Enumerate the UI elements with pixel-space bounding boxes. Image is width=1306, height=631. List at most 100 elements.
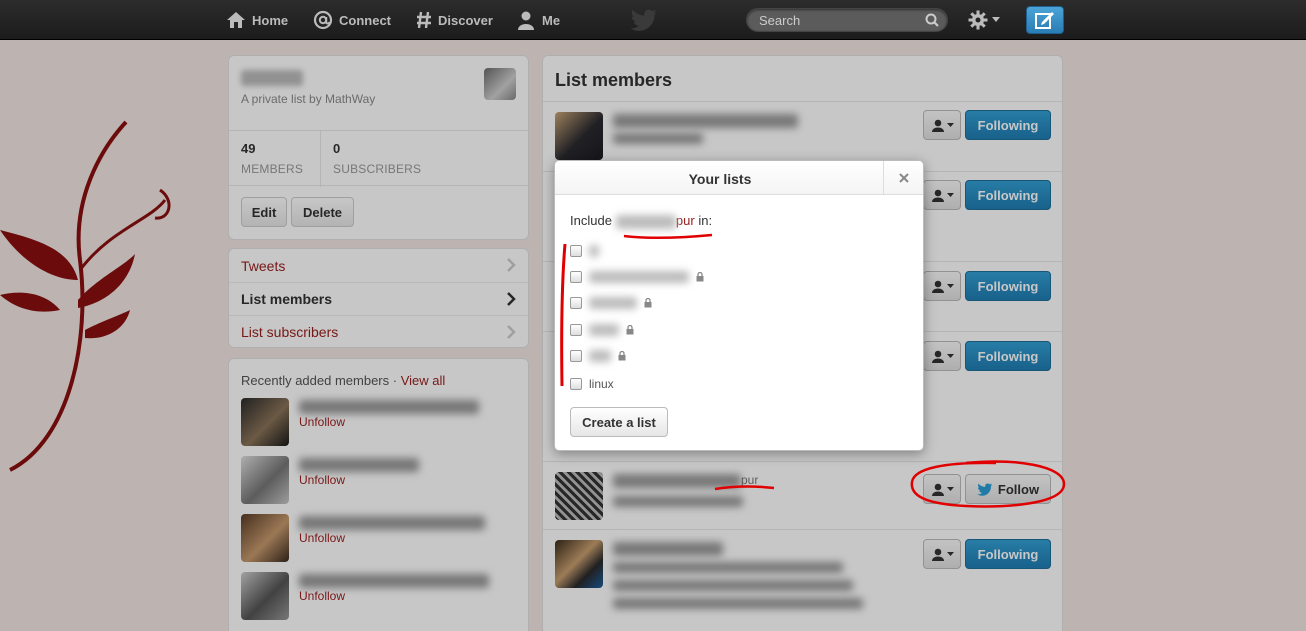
home-icon (227, 12, 245, 28)
edit-list-button[interactable]: Edit (241, 197, 287, 227)
subscribers-stat[interactable]: 0 SUBSCRIBERS (321, 131, 521, 187)
tweet-text-redacted (613, 598, 863, 609)
following-button[interactable]: Following (965, 271, 1051, 301)
member-name-redacted (613, 542, 723, 556)
list-nav-members-label: List members (241, 291, 333, 307)
list-checkbox[interactable] (570, 245, 582, 257)
list-checkbox-row[interactable] (570, 243, 599, 259)
recently-added-card: Recently added members · View all Unfoll… (228, 358, 529, 631)
gear-icon (968, 10, 988, 30)
create-list-button[interactable]: Create a list (570, 407, 668, 437)
person-icon (518, 11, 534, 30)
nav-discover[interactable]: Discover (416, 0, 493, 40)
list-nav-tweets[interactable]: Tweets (229, 249, 528, 282)
list-checkbox-row[interactable]: linux (570, 376, 614, 392)
member-name-fragment: pur (741, 473, 759, 487)
list-checkbox[interactable] (570, 324, 582, 336)
lock-icon (644, 298, 652, 308)
user-actions-dropdown[interactable] (923, 341, 961, 371)
list-nav-subscribers[interactable]: List subscribers (229, 315, 528, 348)
view-all-link[interactable]: View all (401, 373, 446, 388)
list-checkbox-row[interactable] (570, 348, 626, 364)
avatar[interactable] (241, 514, 289, 562)
hash-icon (417, 11, 431, 29)
list-nav-members[interactable]: List members (229, 282, 528, 315)
unfollow-link[interactable]: Unfollow (299, 473, 345, 487)
list-navigation: Tweets List members List subscribers (228, 248, 529, 348)
user-actions-dropdown[interactable] (923, 110, 961, 140)
chevron-down-icon (946, 353, 954, 358)
nav-connect[interactable]: Connect (313, 0, 391, 40)
follow-button[interactable]: Follow (965, 474, 1051, 504)
user-actions-dropdown[interactable] (923, 539, 961, 569)
compose-pencil-icon (1035, 12, 1054, 29)
list-checkbox-row[interactable] (570, 322, 634, 338)
person-icon (931, 350, 944, 363)
dialog-header: Your lists (555, 161, 923, 195)
nav-home[interactable]: Home (226, 0, 288, 40)
person-icon (931, 119, 944, 132)
chevron-down-icon (946, 551, 954, 556)
member-row-not-following: pur Follow (543, 461, 1062, 529)
person-icon (931, 280, 944, 293)
list-checkbox[interactable] (570, 271, 582, 283)
search-input[interactable] (747, 9, 917, 31)
include-prefix: Include (570, 213, 612, 228)
avatar[interactable] (241, 572, 289, 620)
recently-added-heading: Recently added members · View all (241, 373, 445, 388)
list-name-redacted (589, 245, 599, 257)
following-button[interactable]: Following (965, 341, 1051, 371)
list-stats: 49 MEMBERS 0 SUBSCRIBERS (229, 130, 528, 187)
unfollow-link[interactable]: Unfollow (299, 589, 345, 603)
chevron-down-icon (946, 192, 954, 197)
nav-home-label: Home (252, 12, 289, 28)
following-button[interactable]: Following (965, 180, 1051, 210)
list-checkbox[interactable] (570, 378, 582, 390)
dialog-title: Your lists (688, 171, 752, 187)
search-icon[interactable] (925, 13, 939, 27)
user-actions-dropdown[interactable] (923, 271, 961, 301)
chevron-down-icon (992, 17, 1000, 22)
username-fragment: pur (675, 213, 695, 228)
list-nav-tweets-label: Tweets (241, 257, 286, 274)
list-members-heading: List members (555, 70, 673, 90)
list-name-redacted (589, 324, 619, 336)
list-nav-subscribers-label: List subscribers (241, 324, 339, 340)
close-dialog-button[interactable] (883, 161, 923, 195)
avatar[interactable] (555, 112, 603, 160)
avatar[interactable] (555, 472, 603, 520)
subscribers-count: 0 (333, 141, 341, 156)
chevron-right-icon (507, 292, 516, 306)
members-stat[interactable]: 49 MEMBERS (229, 131, 321, 187)
username-redacted (615, 214, 676, 229)
owner-avatar[interactable] (484, 68, 516, 100)
member-name-redacted (299, 400, 479, 414)
following-button[interactable]: Following (965, 110, 1051, 140)
person-icon (931, 483, 944, 496)
list-checkbox[interactable] (570, 297, 582, 309)
avatar[interactable] (555, 540, 603, 588)
delete-list-button[interactable]: Delete (291, 197, 354, 227)
list-checkbox-row[interactable] (570, 269, 704, 285)
following-button[interactable]: Following (965, 539, 1051, 569)
member-name-redacted (613, 114, 798, 128)
settings-menu[interactable] (968, 10, 1000, 30)
compose-tweet-button[interactable] (1026, 6, 1064, 34)
nav-me[interactable]: Me (516, 0, 560, 40)
chevron-right-icon (507, 325, 516, 339)
user-actions-dropdown[interactable] (923, 180, 961, 210)
member-name-redacted (299, 574, 489, 588)
close-icon (898, 173, 909, 183)
list-name-redacted (589, 350, 611, 362)
unfollow-link[interactable]: Unfollow (299, 415, 345, 429)
avatar[interactable] (241, 398, 289, 446)
person-icon (931, 548, 944, 561)
list-checkbox[interactable] (570, 350, 582, 362)
background-floral-decoration (0, 120, 171, 472)
unfollow-link[interactable]: Unfollow (299, 531, 345, 545)
chevron-down-icon (946, 122, 954, 127)
list-checkbox-row[interactable] (570, 295, 652, 311)
avatar[interactable] (241, 456, 289, 504)
user-actions-dropdown[interactable] (923, 474, 961, 504)
nav-me-label: Me (542, 12, 561, 28)
